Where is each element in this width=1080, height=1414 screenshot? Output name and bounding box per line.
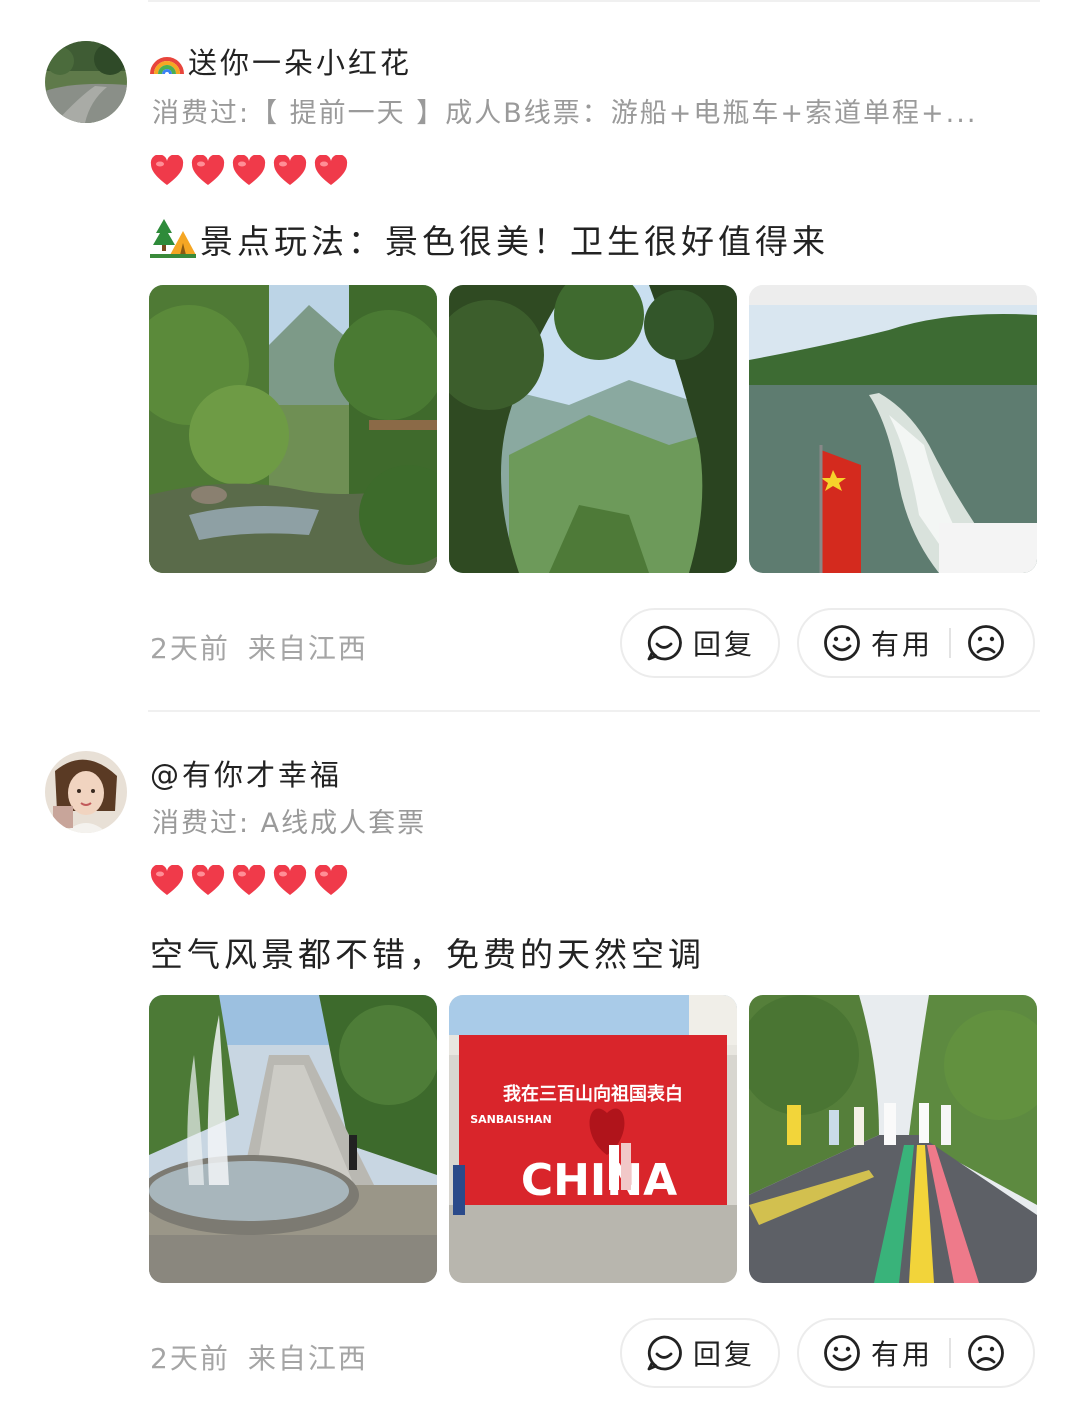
heart-icon — [191, 155, 225, 185]
fountain-stairs-photo[interactable] — [149, 995, 437, 1283]
review-card: 送你一朵小红花 消费过:【 提前一天 】成人B线票：游船+电瓶车+索道单程+..… — [0, 0, 1080, 700]
heart-icon — [150, 155, 184, 185]
photo-grid — [149, 285, 1037, 573]
comment-icon — [647, 625, 682, 661]
reply-button[interactable]: 回复 — [620, 608, 780, 678]
content-text: 景点玩法：景色很美！卫生很好值得来 — [200, 222, 829, 261]
useful-button[interactable]: 有用 — [823, 623, 933, 663]
review-card: @有你才幸福 消费过: A线成人套票 空气风景都不错，免费的天然空调 我在三百山… — [0, 710, 1080, 1414]
rating-hearts — [150, 155, 348, 189]
review-time: 2天前 — [150, 632, 230, 665]
rating-hearts — [150, 865, 348, 899]
review-time: 2天前 — [150, 1342, 230, 1375]
heart-icon — [273, 155, 307, 185]
frown-icon — [968, 1335, 1004, 1371]
button-separator — [949, 628, 952, 658]
username[interactable]: @有你才幸福 — [150, 752, 342, 794]
heart-icon — [191, 865, 225, 895]
review-content[interactable]: 景点玩法：景色很美！卫生很好值得来 — [150, 215, 829, 263]
reply-label: 回复 — [692, 1338, 755, 1371]
heart-icon — [314, 865, 348, 895]
useful-label: 有用 — [871, 1338, 934, 1371]
review-location: 来自江西 — [247, 632, 368, 665]
reply-button[interactable]: 回复 — [620, 1318, 780, 1388]
camping-icon — [150, 217, 196, 259]
not-useful-button[interactable] — [967, 1334, 1005, 1372]
comment-icon — [647, 1335, 682, 1371]
billboard-china: CHINA — [521, 1155, 677, 1206]
reply-label: 回复 — [692, 628, 755, 661]
useful-button-group: 有用 — [797, 1318, 1035, 1388]
useful-label: 有用 — [871, 628, 934, 661]
rainbow-icon — [150, 44, 184, 78]
valley-view-photo[interactable] — [449, 285, 737, 573]
walking-road-photo[interactable] — [749, 995, 1037, 1283]
button-separator — [949, 1338, 952, 1368]
boat-lake-photo[interactable] — [749, 285, 1037, 573]
smile-icon — [824, 1335, 860, 1371]
username[interactable]: 送你一朵小红花 — [150, 40, 412, 82]
heart-icon — [273, 865, 307, 895]
smile-icon — [824, 625, 860, 661]
avatar[interactable] — [45, 41, 127, 123]
useful-button[interactable]: 有用 — [823, 1333, 933, 1373]
photo-grid: 我在三百山向祖国表白 SANBAISHAN CHINA — [149, 995, 1037, 1283]
consumed-product[interactable]: 消费过: A线成人套票 — [152, 801, 1022, 840]
username-text: 送你一朵小红花 — [188, 46, 413, 80]
billboard-subtitle: SANBAISHAN — [470, 1113, 551, 1126]
heart-icon — [314, 155, 348, 185]
avatar[interactable] — [45, 751, 127, 833]
review-meta: 2天前 来自江西 — [150, 1337, 368, 1377]
useful-button-group: 有用 — [797, 608, 1035, 678]
heart-icon — [232, 865, 266, 895]
red-billboard-photo[interactable]: 我在三百山向祖国表白 SANBAISHAN CHINA — [449, 995, 737, 1283]
review-location: 来自江西 — [247, 1342, 368, 1375]
review-meta: 2天前 来自江西 — [150, 627, 368, 667]
heart-icon — [232, 155, 266, 185]
heart-icon — [150, 865, 184, 895]
frown-icon — [968, 625, 1004, 661]
not-useful-button[interactable] — [967, 624, 1005, 662]
consumed-product[interactable]: 消费过:【 提前一天 】成人B线票：游船+电瓶车+索道单程+... — [152, 91, 1022, 130]
review-content[interactable]: 空气风景都不错，免费的天然空调 — [150, 928, 705, 976]
mountain-stream-photo[interactable] — [149, 285, 437, 573]
billboard-title: 我在三百山向祖国表白 — [503, 1083, 683, 1105]
